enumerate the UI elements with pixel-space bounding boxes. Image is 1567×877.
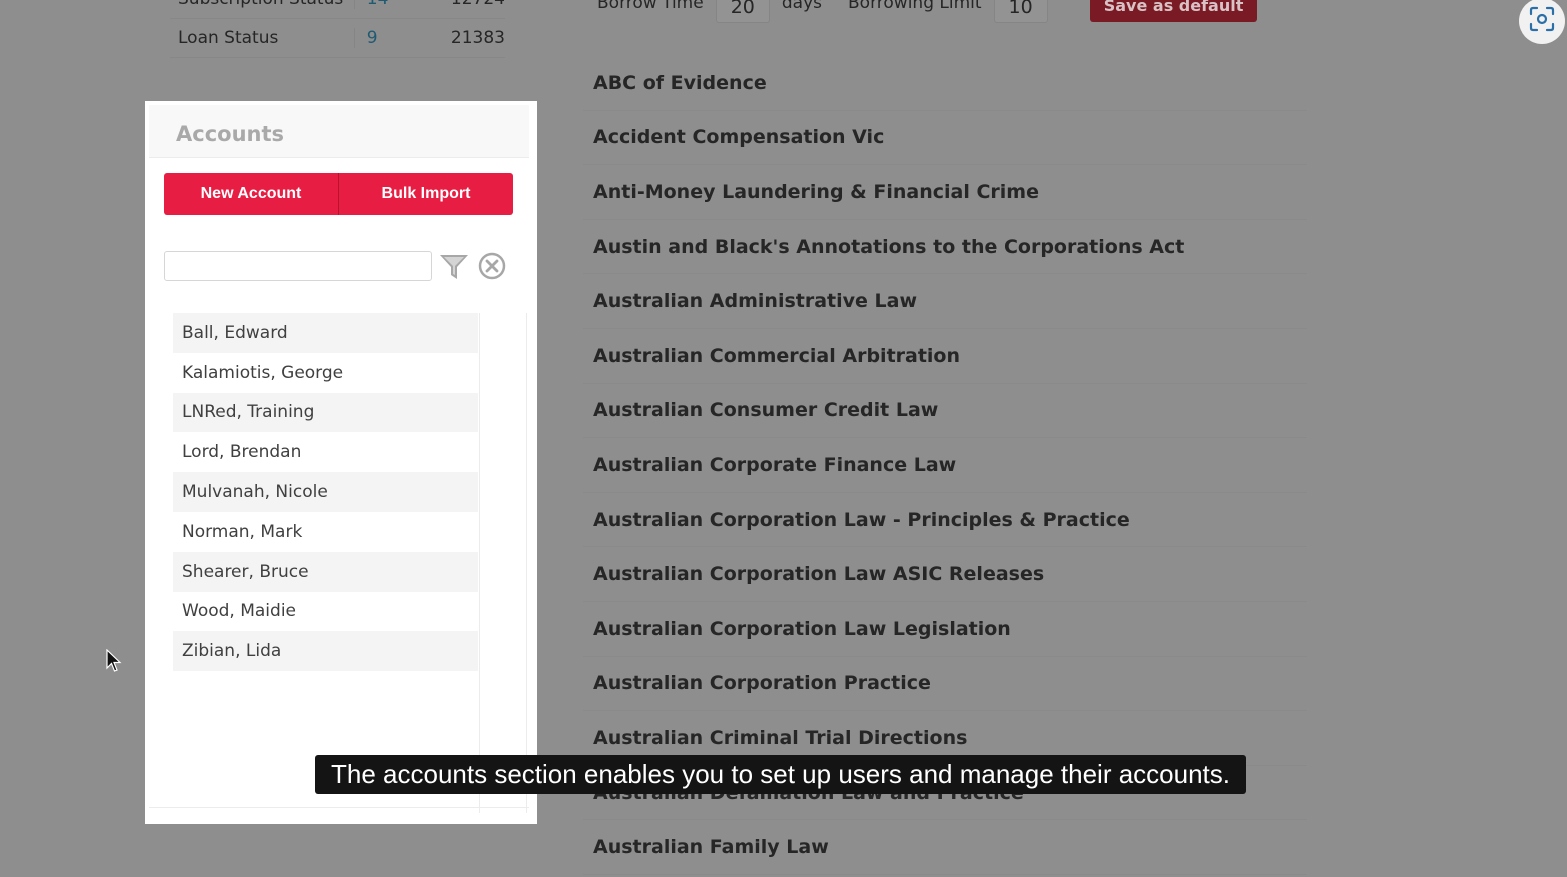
borrow-time-label: Borrow Time [597,0,704,13]
status-row-count[interactable]: 9 [353,28,426,48]
days-label: days [781,0,823,13]
status-row-total: 21383 [450,28,506,48]
save-as-default-button[interactable]: Save as default [1089,0,1258,22]
panel-divider [149,807,529,808]
status-row: Subscription Status 14 12724 [170,0,505,19]
book-item[interactable]: Australian Consumer Credit Law [583,384,1307,439]
accounts-button-group: New Account Bulk Import [164,173,513,215]
book-item[interactable]: ABC of Evidence [583,56,1307,111]
book-item[interactable]: Austin and Black's Annotations to the Co… [583,220,1307,275]
accounts-header: Accounts [149,105,529,158]
subtitle-caption: The accounts section enables you to set … [315,755,1246,794]
book-item[interactable]: Australian Corporation Law Legislation [583,602,1307,657]
account-list-item[interactable]: LNRed, Training [173,392,478,433]
book-item[interactable]: Australian Corporate Finance Law [583,438,1307,493]
account-list-item[interactable]: Mulvanah, Nicole [173,472,478,512]
book-item[interactable]: Australian Family Law [583,820,1307,875]
status-table: Subscription Status 14 12724 Loan Status… [170,0,505,58]
account-list-item[interactable]: Wood, Maidie [173,592,478,632]
new-account-button[interactable]: New Account [164,173,338,215]
book-list: ABC of Evidence Accident Compensation Vi… [583,56,1307,875]
accounts-title: Accounts [176,122,285,146]
book-item[interactable]: Australian Corporation Practice [583,657,1307,712]
borrow-time-input[interactable]: 20 [715,0,770,23]
screenshot-button[interactable] [1519,0,1565,44]
bulk-import-button[interactable]: Bulk Import [338,173,513,215]
book-item[interactable]: Anti-Money Laundering & Financial Crime [583,165,1307,220]
status-row-total: 12724 [426,0,505,9]
account-list-item[interactable]: Kalamiotis, George [173,353,478,393]
book-item[interactable]: Australian Corporation Law ASIC Releases [583,547,1307,602]
borrowing-limit-input[interactable]: 10 [993,0,1048,23]
status-row-label: Subscription Status [170,0,354,9]
book-item[interactable]: Australian Corporation Law - Principles … [583,493,1307,548]
status-row-count[interactable]: 14 [353,0,426,9]
screenshot-icon [1529,6,1555,36]
status-row: Loan Status 9 21383 [170,19,505,58]
book-item[interactable]: Australian Administrative Law [583,274,1307,329]
clear-circle-icon[interactable] [477,251,507,281]
book-item[interactable]: Australian Commercial Arbitration [583,329,1307,384]
account-list: Ball, Edward Kalamiotis, George LNRed, T… [173,313,478,672]
accounts-panel: Accounts New Account Bulk Import Ball, E… [145,101,537,824]
mouse-pointer-icon [106,648,122,673]
account-list-item[interactable]: Lord, Brendan [173,432,478,472]
account-list-item[interactable]: Zibian, Lida [173,631,478,672]
status-row-label: Loan Status [178,28,279,48]
account-list-scrollbar[interactable] [479,313,527,813]
account-list-item[interactable]: Shearer, Bruce [173,551,478,592]
account-search-input[interactable] [164,251,432,281]
loan-settings-bar: Borrow Time 20 days Borrowing Limit 10 S… [597,0,1258,24]
book-item[interactable]: Accident Compensation Vic [583,111,1307,166]
account-list-item[interactable]: Norman, Mark [173,512,478,552]
borrowing-limit-label: Borrowing Limit [848,0,982,13]
filter-icon[interactable] [439,252,469,282]
account-list-item[interactable]: Ball, Edward [173,313,478,353]
